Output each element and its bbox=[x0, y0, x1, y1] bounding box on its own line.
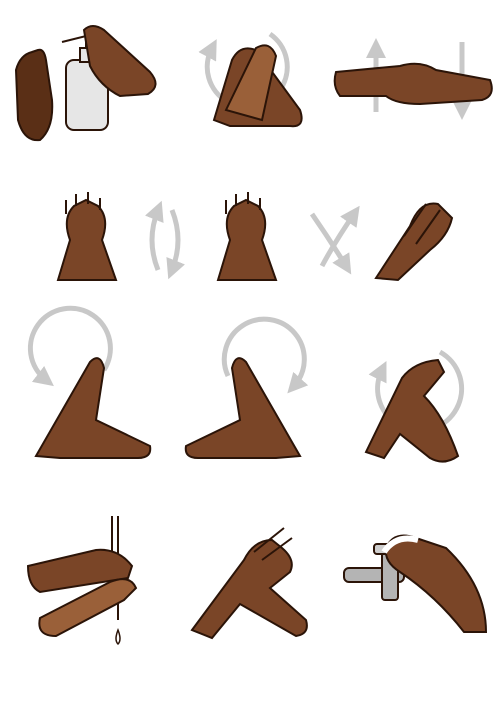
step-4-interlaced-fingers bbox=[56, 192, 118, 281]
step-1-apply-soap bbox=[14, 25, 157, 142]
handwashing-steps-diagram bbox=[14, 25, 493, 646]
step-12-close-tap bbox=[343, 534, 488, 633]
step-10-rinse bbox=[26, 516, 138, 646]
step-5-fingers-rotate bbox=[216, 192, 278, 281]
rotational-rub-icon bbox=[34, 357, 152, 459]
left-hand-icon bbox=[14, 48, 54, 142]
step-8-rotational-rub-right bbox=[184, 316, 309, 459]
back-rub-icon bbox=[333, 62, 493, 106]
step-3-rub-back-of-hands bbox=[333, 38, 493, 120]
rotational-rub-icon bbox=[184, 357, 302, 459]
step-11-rub-dry bbox=[190, 527, 308, 640]
towel-hand-icon bbox=[384, 534, 488, 633]
step-7-rotational-rub-left bbox=[27, 305, 152, 459]
cross-arrows-icon bbox=[309, 205, 360, 275]
step-6-interlace-cross bbox=[374, 202, 454, 282]
interlace-cross-icon bbox=[374, 202, 454, 282]
step-9-fingertips-palm bbox=[364, 349, 465, 463]
rub-hands-icon bbox=[190, 538, 308, 640]
rotate-arrows-icon bbox=[145, 200, 185, 280]
step-2-palm-to-palm bbox=[198, 31, 303, 128]
